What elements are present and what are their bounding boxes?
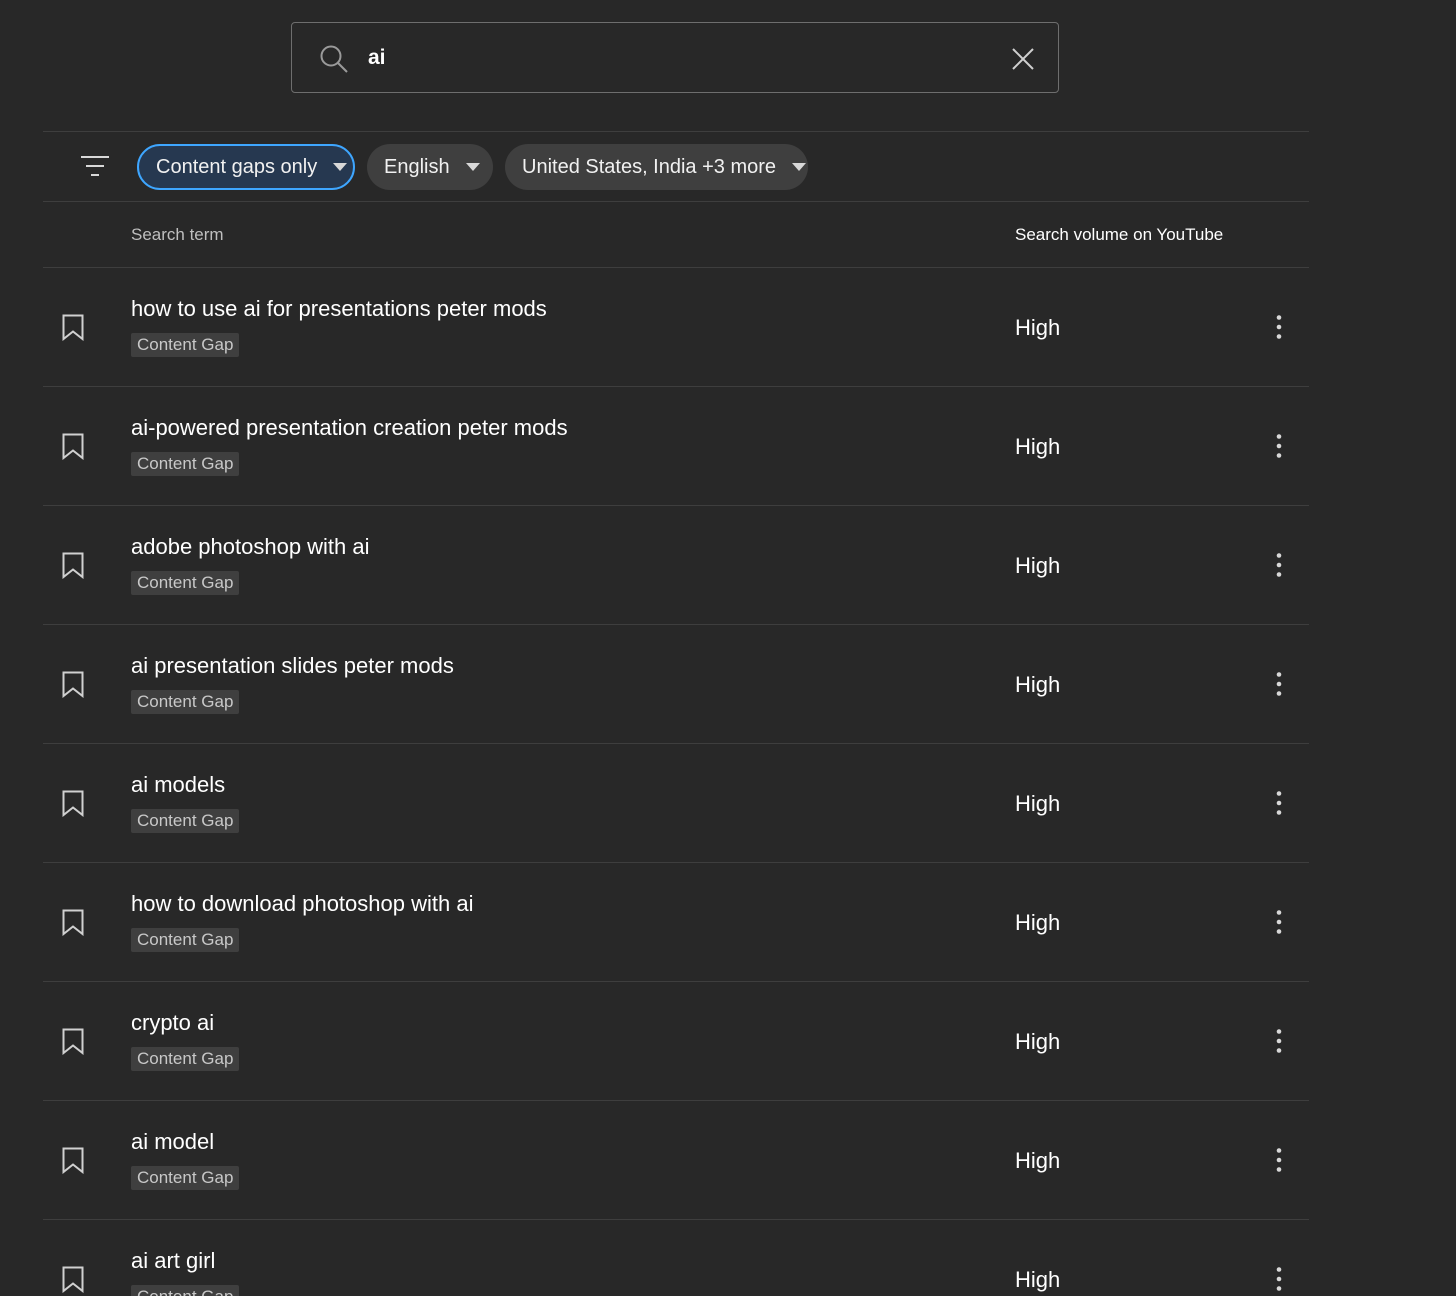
- more-vert-icon[interactable]: [1269, 1147, 1289, 1173]
- more-vert-icon[interactable]: [1269, 433, 1289, 459]
- content-gap-badge: Content Gap: [131, 690, 240, 714]
- bookmark-icon[interactable]: [62, 909, 84, 936]
- bookmark-icon[interactable]: [62, 1266, 84, 1293]
- search-volume: High: [1015, 672, 1061, 697]
- content-gap-badge: Content Gap: [131, 571, 240, 595]
- table-row[interactable]: adobe photoshop with ai Content Gap High: [43, 506, 1309, 625]
- search-term[interactable]: ai presentation slides peter mods: [131, 653, 454, 679]
- table-header: Search term Search volume on YouTube: [43, 202, 1309, 268]
- chevron-down-icon: [792, 163, 807, 171]
- chevron-down-icon: [465, 163, 480, 171]
- search-term[interactable]: crypto ai: [131, 1010, 214, 1036]
- search-volume: High: [1015, 434, 1061, 459]
- bookmark-icon[interactable]: [62, 1147, 84, 1174]
- chevron-down-icon: [333, 163, 348, 171]
- chip-label: Content gaps only: [156, 155, 318, 178]
- chip-label: English: [384, 155, 450, 178]
- content-gap-badge: Content Gap: [131, 1047, 240, 1071]
- chip-location[interactable]: United States, India +3 more: [505, 144, 808, 190]
- chip-content-gaps[interactable]: Content gaps only: [137, 144, 355, 190]
- content-gap-badge: Content Gap: [131, 928, 240, 952]
- table-row[interactable]: ai models Content Gap High: [43, 744, 1309, 863]
- search-term[interactable]: ai art girl: [131, 1248, 215, 1274]
- table-row[interactable]: ai-powered presentation creation peter m…: [43, 387, 1309, 506]
- column-header-search-volume[interactable]: Search volume on YouTube: [1015, 225, 1223, 245]
- search-volume: High: [1015, 553, 1061, 578]
- search-term[interactable]: how to download photoshop with ai: [131, 891, 473, 917]
- search-term[interactable]: ai-powered presentation creation peter m…: [131, 415, 568, 441]
- search-volume: High: [1015, 791, 1061, 816]
- more-vert-icon[interactable]: [1269, 314, 1289, 340]
- bookmark-icon[interactable]: [62, 552, 84, 579]
- results-list: how to use ai for presentations peter mo…: [43, 268, 1309, 1296]
- search-volume: High: [1015, 910, 1061, 935]
- content-gap-badge: Content Gap: [131, 809, 240, 833]
- search-input[interactable]: [368, 41, 968, 75]
- more-vert-icon[interactable]: [1269, 909, 1289, 935]
- search-term[interactable]: adobe photoshop with ai: [131, 534, 370, 560]
- table-row[interactable]: how to use ai for presentations peter mo…: [43, 268, 1309, 387]
- bookmark-icon[interactable]: [62, 1028, 84, 1055]
- search-volume: High: [1015, 1267, 1061, 1292]
- filter-icon[interactable]: [80, 153, 110, 179]
- search-volume: High: [1015, 315, 1061, 340]
- table-row[interactable]: ai art girl Content Gap High: [43, 1220, 1309, 1296]
- table-row[interactable]: crypto ai Content Gap High: [43, 982, 1309, 1101]
- page: Content gaps only English United States,…: [0, 0, 1456, 1296]
- close-icon[interactable]: [1008, 44, 1038, 74]
- search-icon: [320, 45, 348, 73]
- bookmark-icon[interactable]: [62, 314, 84, 341]
- table-row[interactable]: ai model Content Gap High: [43, 1101, 1309, 1220]
- table-row[interactable]: ai presentation slides peter mods Conten…: [43, 625, 1309, 744]
- chip-label: United States, India +3 more: [522, 155, 777, 178]
- bookmark-icon[interactable]: [62, 790, 84, 817]
- search-box[interactable]: [291, 22, 1059, 93]
- bookmark-icon[interactable]: [62, 433, 84, 460]
- more-vert-icon[interactable]: [1269, 1028, 1289, 1054]
- column-header-search-term[interactable]: Search term: [131, 225, 224, 245]
- table-row[interactable]: how to download photoshop with ai Conten…: [43, 863, 1309, 982]
- more-vert-icon[interactable]: [1269, 552, 1289, 578]
- more-vert-icon[interactable]: [1269, 790, 1289, 816]
- search-term[interactable]: how to use ai for presentations peter mo…: [131, 296, 547, 322]
- content-gap-badge: Content Gap: [131, 1166, 240, 1190]
- search-term[interactable]: ai model: [131, 1129, 214, 1155]
- search-term[interactable]: ai models: [131, 772, 225, 798]
- content-gap-badge: Content Gap: [131, 452, 240, 476]
- chip-language[interactable]: English: [367, 144, 493, 190]
- filter-bar: Content gaps only English United States,…: [43, 131, 1309, 202]
- search-volume: High: [1015, 1029, 1061, 1054]
- bookmark-icon[interactable]: [62, 671, 84, 698]
- content-gap-badge: Content Gap: [131, 333, 240, 357]
- more-vert-icon[interactable]: [1269, 671, 1289, 697]
- more-vert-icon[interactable]: [1269, 1266, 1289, 1292]
- content-gap-badge: Content Gap: [131, 1285, 240, 1296]
- search-volume: High: [1015, 1148, 1061, 1173]
